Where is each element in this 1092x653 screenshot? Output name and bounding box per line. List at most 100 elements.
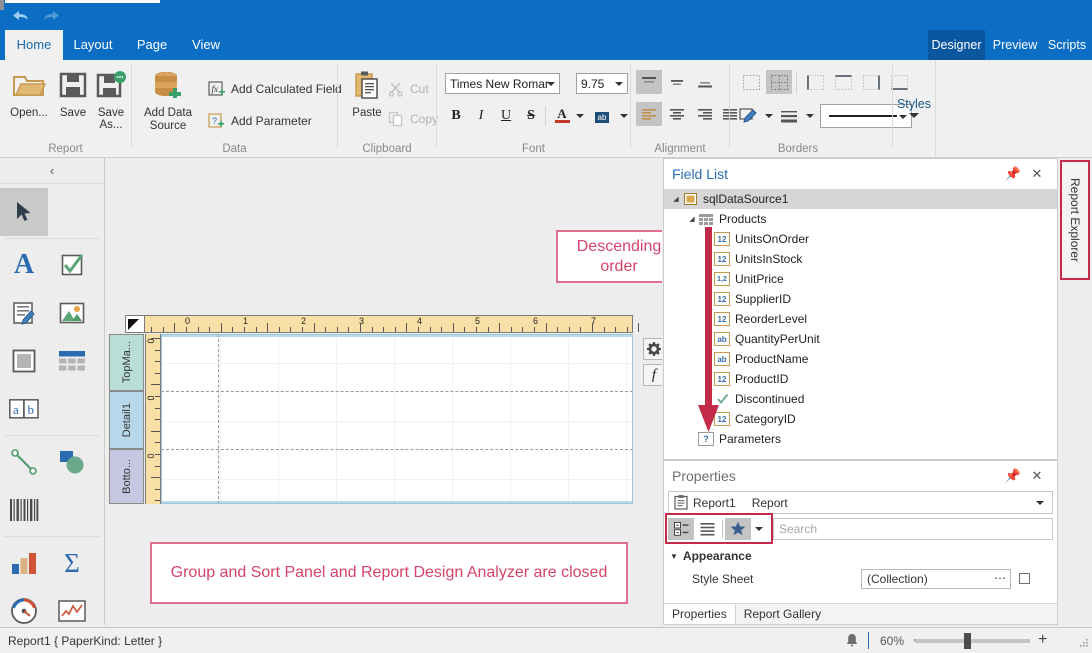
- field-list-node[interactable]: 12 UnitsOnOrder: [664, 229, 1057, 249]
- properties-category-appearance[interactable]: ▼ Appearance: [664, 545, 1057, 567]
- border-right-button[interactable]: [858, 70, 884, 94]
- properties-search-input[interactable]: Search: [773, 517, 1053, 540]
- ruler-corner-button[interactable]: [125, 315, 145, 333]
- strikeout-button[interactable]: S: [520, 105, 542, 127]
- save-as-button[interactable]: Save As...: [88, 65, 134, 131]
- open-button[interactable]: Open...: [6, 65, 52, 119]
- band-divider[interactable]: [161, 449, 633, 450]
- smart-tag-gear-icon[interactable]: [643, 338, 662, 360]
- checkbox-tool[interactable]: [48, 241, 96, 289]
- border-none-button[interactable]: [738, 70, 764, 94]
- picture-box-tool[interactable]: [48, 289, 96, 337]
- font-size-combo[interactable]: 9.75: [576, 73, 628, 94]
- zoom-slider-thumb[interactable]: [964, 633, 971, 649]
- toolbox-collapse-button[interactable]: ‹: [0, 158, 104, 184]
- expander-icon[interactable]: ◢: [686, 215, 698, 223]
- undo-arrow-icon[interactable]: [10, 8, 32, 24]
- property-checkbox[interactable]: [1019, 573, 1030, 584]
- chart-tool[interactable]: [0, 539, 48, 587]
- close-icon[interactable]: ✕: [1029, 166, 1045, 182]
- border-width-button[interactable]: [778, 105, 800, 127]
- expander-icon[interactable]: ◢: [670, 195, 682, 203]
- ellipsis-button[interactable]: ⋯: [994, 571, 1006, 585]
- paste-button[interactable]: Paste: [344, 65, 390, 119]
- close-icon[interactable]: ✕: [1029, 468, 1045, 484]
- shape-tool[interactable]: [48, 438, 96, 486]
- align-center-button[interactable]: [664, 102, 690, 126]
- field-list-node[interactable]: ab QuantityPerUnit: [664, 329, 1057, 349]
- align-bottom-button[interactable]: [692, 70, 718, 94]
- rich-text-tool[interactable]: [0, 289, 48, 337]
- panel-tool[interactable]: [0, 337, 48, 385]
- underline-button[interactable]: U: [495, 105, 517, 127]
- tab-home[interactable]: Home: [5, 30, 63, 60]
- report-design-surface[interactable]: 1 0 1 2 3 4 5 6 7 TopMa... Detail1 Botto…: [106, 158, 662, 625]
- bold-button[interactable]: B: [445, 105, 467, 127]
- pivot-grid-tool[interactable]: Σ: [48, 539, 96, 587]
- tab-designer[interactable]: Designer: [928, 30, 985, 60]
- border-top-button[interactable]: [830, 70, 856, 94]
- border-width-chevron-down-icon[interactable]: [806, 114, 814, 118]
- table-tool[interactable]: [48, 337, 96, 385]
- property-row-style-sheet[interactable]: Style Sheet (Collection) ⋯: [664, 567, 1057, 591]
- font-family-combo[interactable]: Times New Romar: [445, 73, 560, 94]
- zoom-slider[interactable]: [915, 633, 1030, 649]
- field-list-node[interactable]: ? Parameters: [664, 429, 1057, 449]
- expression-fx-icon[interactable]: f: [643, 364, 662, 386]
- character-comb-tool[interactable]: ab: [0, 385, 48, 433]
- field-list-node[interactable]: 12 SupplierID: [664, 289, 1057, 309]
- font-color-chevron-down-icon[interactable]: [576, 114, 584, 118]
- zoom-in-button[interactable]: +: [1038, 631, 1047, 649]
- align-top-button[interactable]: [636, 70, 662, 94]
- field-list-node[interactable]: 12 CategoryID: [664, 409, 1057, 429]
- add-calculated-field-button[interactable]: fx Add Calculated Field: [207, 78, 342, 100]
- copy-button[interactable]: Copy: [386, 108, 438, 130]
- tab-preview[interactable]: Preview: [989, 30, 1041, 60]
- property-value-editor[interactable]: (Collection) ⋯: [861, 569, 1011, 589]
- highlight-chevron-down-icon[interactable]: [620, 114, 628, 118]
- field-list-node[interactable]: ◢ Products: [664, 209, 1057, 229]
- align-left-button[interactable]: [636, 102, 662, 126]
- tab-properties[interactable]: Properties: [664, 604, 736, 624]
- band-top-margin[interactable]: TopMa...: [109, 334, 144, 391]
- band-divider[interactable]: [161, 391, 633, 392]
- field-list-node[interactable]: ◢ sqlDataSource1: [664, 189, 1057, 209]
- field-list-tree[interactable]: ◢ sqlDataSource1 ◢ Products 12 UnitsOnOrder 12…: [664, 189, 1057, 449]
- field-list-node[interactable]: 1,2 UnitPrice: [664, 269, 1057, 289]
- border-all-button[interactable]: [766, 70, 792, 94]
- field-list-node[interactable]: ab ProductName: [664, 349, 1057, 369]
- add-data-source-button[interactable]: Add Data Source: [140, 65, 196, 133]
- italic-button[interactable]: I: [470, 105, 492, 127]
- band-detail1[interactable]: Detail1: [109, 391, 144, 449]
- report-explorer-tab[interactable]: Report Explorer: [1060, 160, 1090, 280]
- report-canvas[interactable]: [161, 334, 633, 504]
- field-list-node[interactable]: Discontinued: [664, 389, 1057, 409]
- align-middle-button[interactable]: [664, 70, 690, 94]
- band-bottom-margin[interactable]: Botto...: [109, 449, 144, 504]
- tab-layout[interactable]: Layout: [63, 30, 123, 60]
- highlight-button[interactable]: ab: [591, 106, 613, 128]
- object-selector-combo[interactable]: Report1 Report: [668, 491, 1053, 514]
- border-left-button[interactable]: [802, 70, 828, 94]
- pin-icon[interactable]: 📌: [1005, 468, 1021, 484]
- label-tool[interactable]: A: [0, 241, 48, 289]
- font-color-button[interactable]: A: [551, 104, 573, 126]
- tab-view[interactable]: View: [180, 30, 232, 60]
- field-list-node[interactable]: 12 UnitsInStock: [664, 249, 1057, 269]
- pointer-tool[interactable]: [0, 188, 48, 236]
- border-color-chevron-down-icon[interactable]: [765, 114, 773, 118]
- align-right-button[interactable]: [692, 102, 718, 126]
- styles-button[interactable]: Styles: [893, 96, 935, 118]
- line-tool[interactable]: [0, 438, 48, 486]
- border-color-button[interactable]: [738, 105, 760, 127]
- barcode-tool[interactable]: [0, 486, 48, 534]
- tab-report-gallery[interactable]: Report Gallery: [736, 604, 829, 624]
- pin-icon[interactable]: 📌: [1005, 166, 1021, 182]
- cut-button[interactable]: Cut: [386, 78, 429, 100]
- add-parameter-button[interactable]: ? Add Parameter: [207, 110, 312, 132]
- field-list-node[interactable]: 12 ProductID: [664, 369, 1057, 389]
- tab-scripts[interactable]: Scripts: [1043, 30, 1091, 60]
- bell-icon[interactable]: [845, 633, 859, 651]
- resize-grip-icon[interactable]: [1078, 637, 1089, 651]
- tab-page[interactable]: Page: [126, 30, 178, 60]
